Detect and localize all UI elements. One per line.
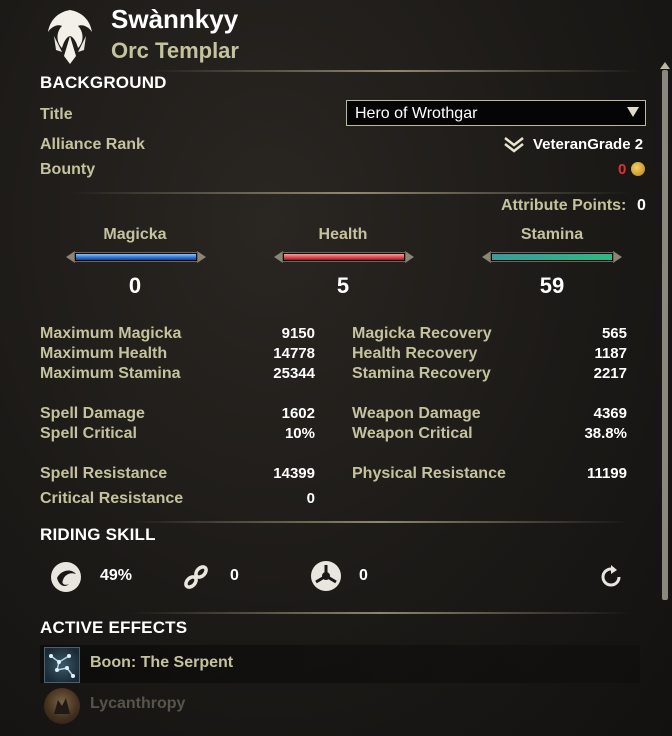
stat-value: 11199 bbox=[586, 465, 627, 482]
gold-coin-icon bbox=[631, 162, 645, 176]
attribute-points-label: Attribute Points: bbox=[501, 197, 627, 214]
stat-label: Spell Damage bbox=[40, 405, 145, 422]
section-title-active-effects: ACTIVE EFFECTS bbox=[40, 618, 188, 637]
riding-speed-value: 49% bbox=[100, 567, 133, 584]
refresh-icon[interactable] bbox=[599, 565, 623, 589]
stat-value: 0 bbox=[306, 490, 315, 507]
effect-label: Lycanthropy bbox=[90, 695, 186, 712]
stat-label: Critical Resistance bbox=[40, 490, 184, 507]
stamina-bar bbox=[482, 251, 622, 263]
attribute-points-value: 0 bbox=[637, 197, 646, 214]
stamina-points: 59 bbox=[539, 273, 565, 298]
stat-label: Spell Resistance bbox=[40, 465, 168, 482]
character-name: Swànnkyy bbox=[111, 4, 239, 34]
character-race-class: Orc Templar bbox=[111, 38, 239, 63]
stat-label: Health Recovery bbox=[352, 345, 478, 362]
stat-value: 1602 bbox=[281, 405, 315, 422]
stat-label: Maximum Health bbox=[40, 345, 168, 362]
stat-value: 14778 bbox=[273, 345, 315, 362]
magicka-bar bbox=[66, 251, 206, 263]
stat-value: 565 bbox=[601, 325, 627, 342]
title-dropdown-value: Hero of Wrothgar bbox=[355, 105, 478, 122]
attribute-health-label: Health bbox=[318, 226, 368, 243]
bounty-value: 0 bbox=[618, 161, 627, 178]
stats-divider bbox=[130, 521, 630, 523]
attribute-stamina-label: Stamina bbox=[520, 226, 584, 243]
faction-emblem-icon bbox=[42, 6, 98, 68]
stat-label: Magicka Recovery bbox=[352, 325, 492, 342]
background-divider bbox=[70, 192, 630, 194]
stat-label: Maximum Magicka bbox=[40, 325, 182, 342]
stat-label: Stamina Recovery bbox=[352, 365, 491, 382]
riding-capacity-value: 0 bbox=[359, 567, 368, 584]
stat-value: 38.8% bbox=[584, 425, 627, 442]
alliance-rank-value: VeteranGrade 2 bbox=[533, 136, 644, 153]
stamina-icon bbox=[181, 562, 211, 592]
stat-label: Weapon Damage bbox=[352, 405, 481, 422]
dropdown-arrow-icon bbox=[627, 107, 639, 117]
list-item[interactable]: Boon: The Serpent bbox=[40, 645, 640, 683]
stat-label: Spell Critical bbox=[40, 425, 137, 442]
health-points: 5 bbox=[336, 273, 350, 298]
speed-icon bbox=[51, 562, 81, 592]
attribute-magicka-label: Magicka bbox=[103, 226, 167, 243]
alliance-rank-label: Alliance Rank bbox=[40, 136, 145, 153]
title-label: Title bbox=[40, 106, 73, 123]
stat-value: 1187 bbox=[594, 345, 627, 362]
scrollbar[interactable] bbox=[662, 70, 668, 600]
alliance-rank-icon bbox=[503, 136, 525, 154]
serpent-boon-icon bbox=[44, 647, 80, 683]
title-dropdown[interactable]: Hero of Wrothgar bbox=[346, 100, 646, 126]
lycanthropy-icon bbox=[44, 688, 80, 724]
stat-value: 14399 bbox=[273, 465, 315, 482]
header-divider bbox=[150, 70, 640, 72]
riding-divider bbox=[130, 612, 630, 614]
stat-value: 10% bbox=[284, 425, 315, 442]
effect-label: Boon: The Serpent bbox=[90, 654, 234, 671]
section-title-background: BACKGROUND bbox=[40, 73, 167, 92]
health-bar bbox=[274, 251, 414, 263]
scroll-up-icon[interactable] bbox=[660, 62, 670, 69]
stat-value: 9150 bbox=[281, 325, 315, 342]
section-title-riding-skill: RIDING SKILL bbox=[40, 525, 156, 544]
stat-value: 4369 bbox=[593, 405, 627, 422]
capacity-icon bbox=[311, 561, 341, 591]
stat-label: Weapon Critical bbox=[352, 425, 473, 442]
bounty-label: Bounty bbox=[40, 161, 96, 178]
stat-value: 25344 bbox=[273, 365, 315, 382]
magicka-points: 0 bbox=[128, 273, 142, 298]
riding-stamina-value: 0 bbox=[230, 567, 239, 584]
stat-label: Maximum Stamina bbox=[40, 365, 181, 382]
stat-value: 2217 bbox=[593, 365, 627, 382]
stat-label: Physical Resistance bbox=[352, 465, 506, 482]
list-item[interactable]: Lycanthropy bbox=[40, 686, 640, 724]
character-sheet-panel: Swànnkyy Orc Templar BACKGROUND Title He… bbox=[0, 0, 672, 736]
